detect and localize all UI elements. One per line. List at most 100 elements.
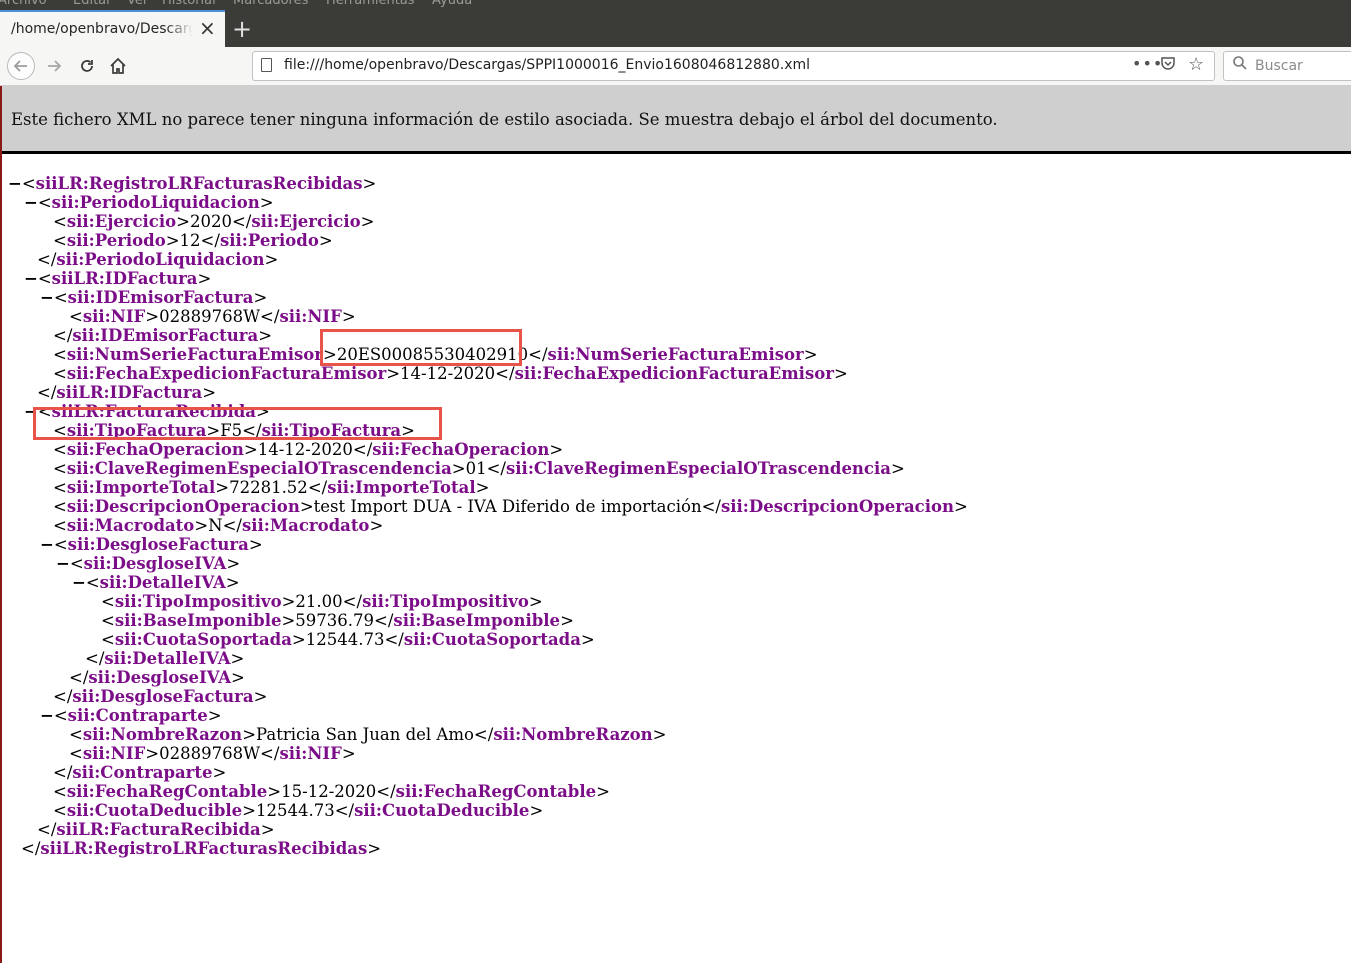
url-bar[interactable]: file:///home/openbravo/Descargas/SPPI100… <box>252 51 1215 81</box>
xml-line: <sii:Periodo>12</sii:Periodo> <box>53 231 333 250</box>
xml-value: N <box>208 516 223 535</box>
xml-open-tag: sii:DesgloseIVA <box>83 554 227 573</box>
highlight-box-tipo-factura <box>33 407 442 440</box>
xml-close-tag: sii:BaseImponible <box>393 611 561 630</box>
xml-line: −<sii:DesgloseIVA> <box>56 554 241 573</box>
xml-open-tag: sii:Periodo <box>66 231 166 250</box>
xml-close-tag: sii:ImporteTotal <box>327 478 476 497</box>
xml-line: <sii:ImporteTotal>72281.52</sii:ImporteT… <box>53 478 490 497</box>
xml-open-tag: sii:NombreRazon <box>82 725 243 744</box>
xml-line: </sii:DesgloseIVA> <box>69 668 245 687</box>
xml-value: 02889768W <box>159 744 261 763</box>
xml-close-tag: sii:DesgloseIVA <box>88 668 232 687</box>
menu-item[interactable]: Historial <box>162 0 216 8</box>
highlight-box-num-serie <box>320 329 522 366</box>
collapse-toggle[interactable]: − <box>8 174 22 193</box>
menu-item[interactable]: Ayuda <box>432 0 472 8</box>
xml-close-tag: sii:NumSerieFacturaEmisor <box>547 345 804 364</box>
xml-open-tag: siiLR:RegistroLRFacturasRecibidas <box>35 174 363 193</box>
xml-line: −<sii:PeriodoLiquidacion> <box>24 193 274 212</box>
xml-close-tag: sii:CuotaDeducible <box>354 801 530 820</box>
xml-value: 15-12-2020 <box>281 782 377 801</box>
xml-open-tag: sii:DesgloseFactura <box>67 535 249 554</box>
back-button[interactable] <box>7 52 35 80</box>
xml-close-tag: sii:NIF <box>279 307 342 326</box>
xml-open-tag: sii:ClaveRegimenEspecialOTrascendencia <box>66 459 452 478</box>
xml-value: 12544.73 <box>305 630 385 649</box>
menu-item[interactable]: Marcadores <box>233 0 308 8</box>
xml-line: <sii:CuotaSoportada>12544.73</sii:CuotaS… <box>101 630 595 649</box>
xml-close-tag: siiLR:IDFactura <box>56 383 203 402</box>
xml-open-tag: sii:DetalleIVA <box>99 573 226 592</box>
xml-close-tag: siiLR:RegistroLRFacturasRecibidas <box>40 839 368 858</box>
xml-close-tag: sii:Contraparte <box>72 763 213 782</box>
xml-line: −<sii:DetalleIVA> <box>72 573 240 592</box>
home-button[interactable] <box>104 52 132 80</box>
menu-item[interactable]: Ver <box>127 0 148 8</box>
new-tab-button[interactable]: + <box>229 12 255 46</box>
xml-close-tag: sii:FechaOperacion <box>372 440 550 459</box>
url-text[interactable]: file:///home/openbravo/Descargas/SPPI100… <box>284 57 810 73</box>
browser-tab[interactable]: /home/openbravo/Descargas/SPPI1000016_En… <box>0 10 225 47</box>
xml-close-tag: sii:FechaExpedicionFacturaEmisor <box>514 364 834 383</box>
xml-open-tag: sii:Ejercicio <box>66 212 177 231</box>
xml-value: 01 <box>465 459 487 478</box>
search-input[interactable]: Buscar <box>1223 51 1351 81</box>
xml-line: <sii:ClaveRegimenEspecialOTrascendencia>… <box>53 459 905 478</box>
collapse-toggle[interactable]: − <box>72 573 86 592</box>
xml-line: </siiLR:IDFactura> <box>37 383 217 402</box>
close-tab-icon[interactable]: × <box>199 18 216 38</box>
xml-close-tag: sii:TipoImpositivo <box>362 592 529 611</box>
search-placeholder: Buscar <box>1255 58 1303 74</box>
collapse-toggle[interactable]: − <box>40 706 54 725</box>
xml-line: <sii:NIF>02889768W</sii:NIF> <box>69 307 356 326</box>
collapse-toggle[interactable]: − <box>56 554 70 573</box>
reload-button[interactable] <box>73 52 101 80</box>
xml-open-tag: sii:NumSerieFacturaEmisor <box>66 345 323 364</box>
xml-close-tag: sii:NombreRazon <box>493 725 653 744</box>
xml-line: −<sii:Contraparte> <box>40 706 222 725</box>
xml-close-tag: sii:DescripcionOperacion <box>720 497 954 516</box>
tab-title: /home/openbravo/Descargas/SPPI1000016_En… <box>11 21 193 37</box>
page-icon <box>261 58 272 72</box>
xml-open-tag: sii:TipoImpositivo <box>114 592 282 611</box>
collapse-toggle[interactable]: − <box>24 193 38 212</box>
menu-item[interactable]: Archivo <box>0 0 47 8</box>
xml-close-tag: sii:DesgloseFactura <box>72 687 254 706</box>
ellipsis-icon[interactable]: ••• <box>1132 54 1163 73</box>
forward-button[interactable] <box>40 52 68 80</box>
collapse-toggle[interactable]: − <box>40 535 54 554</box>
star-icon[interactable]: ☆ <box>1188 54 1204 75</box>
xml-value: 21.00 <box>295 592 343 611</box>
menu-item[interactable]: Editar <box>73 0 112 8</box>
xml-line: </siiLR:FacturaRecibida> <box>37 820 275 839</box>
xml-value: 2020 <box>189 212 232 231</box>
xml-open-tag: sii:BaseImponible <box>114 611 282 630</box>
xml-value: 59736.79 <box>295 611 375 630</box>
menu-item[interactable]: Herramientas <box>326 0 415 8</box>
xml-line: <sii:Ejercicio>2020</sii:Ejercicio> <box>53 212 375 231</box>
xml-line: <sii:BaseImponible>59736.79</sii:BaseImp… <box>101 611 574 630</box>
arrow-left-icon <box>13 60 27 72</box>
collapse-toggle[interactable]: − <box>24 269 38 288</box>
xml-value: Patricia San Juan del Amo <box>256 725 474 744</box>
xml-line: </sii:DetalleIVA> <box>85 649 245 668</box>
xml-line: −<sii:IDEmisorFactura> <box>40 288 268 307</box>
xml-close-tag: sii:DetalleIVA <box>104 649 231 668</box>
xml-line: <sii:Macrodato>N</sii:Macrodato> <box>53 516 384 535</box>
xml-value: 12 <box>179 231 201 250</box>
collapse-toggle[interactable]: − <box>40 288 54 307</box>
xml-line: −<siiLR:RegistroLRFacturasRecibidas> <box>8 174 377 193</box>
navigation-toolbar: file:///home/openbravo/Descargas/SPPI100… <box>0 47 1351 86</box>
xml-open-tag: sii:ImporteTotal <box>66 478 216 497</box>
xml-close-tag: sii:PeriodoLiquidacion <box>56 250 265 269</box>
page-content: Este fichero XML no parece tener ninguna… <box>0 86 1351 963</box>
xml-value: 14-12-2020 <box>400 364 496 383</box>
xml-open-tag: siiLR:IDFactura <box>51 269 198 288</box>
xml-close-tag: sii:CuotaSoportada <box>403 630 581 649</box>
xml-open-tag: sii:FechaExpedicionFacturaEmisor <box>66 364 387 383</box>
pocket-icon[interactable] <box>1160 55 1176 75</box>
xml-open-tag: sii:PeriodoLiquidacion <box>51 193 260 212</box>
xml-line: <sii:NIF>02889768W</sii:NIF> <box>69 744 356 763</box>
xml-line: </sii:PeriodoLiquidacion> <box>37 250 279 269</box>
